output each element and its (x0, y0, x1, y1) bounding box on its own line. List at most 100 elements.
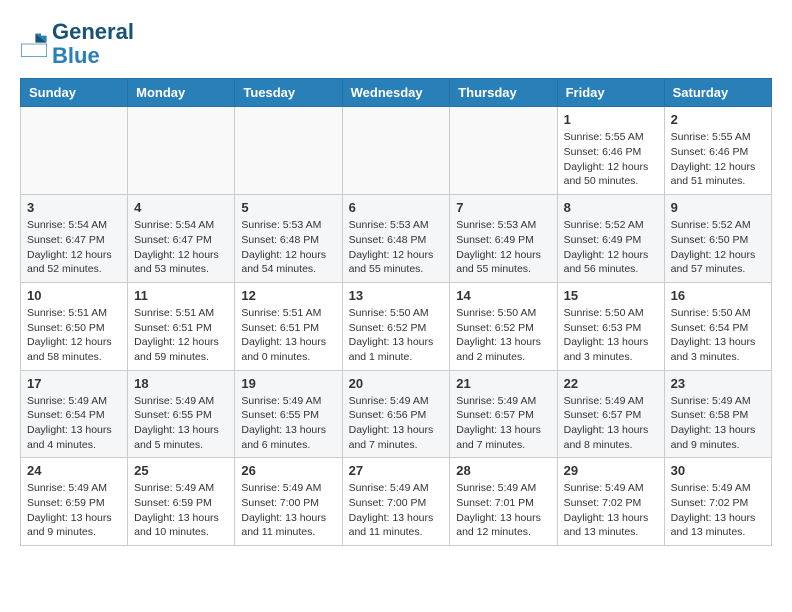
calendar-header-row: SundayMondayTuesdayWednesdayThursdayFrid… (21, 79, 772, 107)
day-number: 11 (134, 288, 228, 303)
calendar-week-row: 17 Sunrise: 5:49 AM Sunset: 6:54 PM Dayli… (21, 370, 772, 458)
day-number: 28 (456, 463, 550, 478)
calendar-cell: 24 Sunrise: 5:49 AM Sunset: 6:59 PM Dayli… (21, 458, 128, 546)
day-detail: Sunrise: 5:52 AM Sunset: 6:50 PM Dayligh… (671, 218, 765, 277)
day-detail: Sunrise: 5:49 AM Sunset: 6:55 PM Dayligh… (134, 394, 228, 453)
day-detail: Sunrise: 5:50 AM Sunset: 6:52 PM Dayligh… (456, 306, 550, 365)
day-detail: Sunrise: 5:51 AM Sunset: 6:51 PM Dayligh… (241, 306, 335, 365)
calendar-cell: 23 Sunrise: 5:49 AM Sunset: 6:58 PM Dayli… (664, 370, 771, 458)
day-detail: Sunrise: 5:51 AM Sunset: 6:51 PM Dayligh… (134, 306, 228, 365)
calendar-cell: 28 Sunrise: 5:49 AM Sunset: 7:01 PM Dayli… (450, 458, 557, 546)
calendar-cell: 15Sunrise: 5:50 AM Sunset: 6:53 PM Dayli… (557, 282, 664, 370)
calendar-cell (450, 107, 557, 195)
day-number: 15 (564, 288, 658, 303)
calendar-cell: 3 Sunrise: 5:54 AM Sunset: 6:47 PM Daylig… (21, 195, 128, 283)
calendar-week-row: 24 Sunrise: 5:49 AM Sunset: 6:59 PM Dayli… (21, 458, 772, 546)
calendar-cell: 26 Sunrise: 5:49 AM Sunset: 7:00 PM Dayli… (235, 458, 342, 546)
day-number: 6 (349, 200, 444, 215)
calendar-cell: 2 Sunrise: 5:55 AM Sunset: 6:46 PM Daylig… (664, 107, 771, 195)
day-number: 8 (564, 200, 658, 215)
calendar-table: SundayMondayTuesdayWednesdayThursdayFrid… (20, 78, 772, 546)
day-detail: Sunrise: 5:55 AM Sunset: 6:46 PM Dayligh… (564, 130, 658, 189)
day-number: 10 (27, 288, 121, 303)
calendar-cell (21, 107, 128, 195)
day-detail: Sunrise: 5:50 AM Sunset: 6:54 PM Dayligh… (671, 306, 765, 365)
calendar-cell: 10 Sunrise: 5:51 AM Sunset: 6:50 PM Dayli… (21, 282, 128, 370)
calendar-cell: 21 Sunrise: 5:49 AM Sunset: 6:57 PM Dayli… (450, 370, 557, 458)
day-number: 21 (456, 376, 550, 391)
calendar-cell: 1 Sunrise: 5:55 AM Sunset: 6:46 PM Daylig… (557, 107, 664, 195)
calendar-cell: 16 Sunrise: 5:50 AM Sunset: 6:54 PM Dayli… (664, 282, 771, 370)
weekday-header: Monday (128, 79, 235, 107)
calendar-week-row: 10 Sunrise: 5:51 AM Sunset: 6:50 PM Dayli… (21, 282, 772, 370)
day-number: 17 (27, 376, 121, 391)
calendar-cell (235, 107, 342, 195)
calendar-week-row: 3 Sunrise: 5:54 AM Sunset: 6:47 PM Daylig… (21, 195, 772, 283)
day-detail: Sunrise: 5:49 AM Sunset: 6:57 PM Dayligh… (456, 394, 550, 453)
calendar-cell: 9Sunrise: 5:52 AM Sunset: 6:50 PM Daylig… (664, 195, 771, 283)
calendar-cell: 12 Sunrise: 5:51 AM Sunset: 6:51 PM Dayli… (235, 282, 342, 370)
day-detail: Sunrise: 5:53 AM Sunset: 6:49 PM Dayligh… (456, 218, 550, 277)
day-number: 22 (564, 376, 658, 391)
day-number: 14 (456, 288, 550, 303)
day-number: 27 (349, 463, 444, 478)
weekday-header: Tuesday (235, 79, 342, 107)
day-number: 20 (349, 376, 444, 391)
day-number: 3 (27, 200, 121, 215)
calendar-cell: 19 Sunrise: 5:49 AM Sunset: 6:55 PM Dayli… (235, 370, 342, 458)
calendar-cell (342, 107, 450, 195)
calendar-cell: 25Sunrise: 5:49 AM Sunset: 6:59 PM Dayli… (128, 458, 235, 546)
weekday-header: Saturday (664, 79, 771, 107)
calendar-cell: 30 Sunrise: 5:49 AM Sunset: 7:02 PM Dayli… (664, 458, 771, 546)
logo-icon (20, 30, 48, 58)
day-number: 2 (671, 112, 765, 127)
logo-text: GeneralBlue (52, 20, 134, 68)
day-detail: Sunrise: 5:52 AM Sunset: 6:49 PM Dayligh… (564, 218, 658, 277)
calendar-cell: 5Sunrise: 5:53 AM Sunset: 6:48 PM Daylig… (235, 195, 342, 283)
day-detail: Sunrise: 5:49 AM Sunset: 7:01 PM Dayligh… (456, 481, 550, 540)
day-number: 12 (241, 288, 335, 303)
day-detail: Sunrise: 5:49 AM Sunset: 6:59 PM Dayligh… (134, 481, 228, 540)
calendar-cell: 22Sunrise: 5:49 AM Sunset: 6:57 PM Dayli… (557, 370, 664, 458)
day-number: 16 (671, 288, 765, 303)
logo: GeneralBlue (20, 20, 134, 68)
day-detail: Sunrise: 5:54 AM Sunset: 6:47 PM Dayligh… (27, 218, 121, 277)
day-detail: Sunrise: 5:49 AM Sunset: 7:00 PM Dayligh… (349, 481, 444, 540)
day-detail: Sunrise: 5:49 AM Sunset: 7:02 PM Dayligh… (564, 481, 658, 540)
day-number: 18 (134, 376, 228, 391)
day-number: 26 (241, 463, 335, 478)
day-number: 29 (564, 463, 658, 478)
day-detail: Sunrise: 5:49 AM Sunset: 7:00 PM Dayligh… (241, 481, 335, 540)
weekday-header: Wednesday (342, 79, 450, 107)
day-detail: Sunrise: 5:49 AM Sunset: 6:56 PM Dayligh… (349, 394, 444, 453)
day-number: 7 (456, 200, 550, 215)
day-number: 24 (27, 463, 121, 478)
day-number: 4 (134, 200, 228, 215)
calendar-cell: 18 Sunrise: 5:49 AM Sunset: 6:55 PM Dayli… (128, 370, 235, 458)
calendar-cell: 4Sunrise: 5:54 AM Sunset: 6:47 PM Daylig… (128, 195, 235, 283)
day-detail: Sunrise: 5:53 AM Sunset: 6:48 PM Dayligh… (349, 218, 444, 277)
calendar-cell: 8 Sunrise: 5:52 AM Sunset: 6:49 PM Daylig… (557, 195, 664, 283)
weekday-header: Sunday (21, 79, 128, 107)
day-detail: Sunrise: 5:49 AM Sunset: 6:59 PM Dayligh… (27, 481, 121, 540)
day-number: 1 (564, 112, 658, 127)
calendar-cell: 11 Sunrise: 5:51 AM Sunset: 6:51 PM Dayli… (128, 282, 235, 370)
calendar-cell: 7 Sunrise: 5:53 AM Sunset: 6:49 PM Daylig… (450, 195, 557, 283)
day-number: 19 (241, 376, 335, 391)
day-number: 13 (349, 288, 444, 303)
day-detail: Sunrise: 5:49 AM Sunset: 7:02 PM Dayligh… (671, 481, 765, 540)
day-detail: Sunrise: 5:49 AM Sunset: 6:58 PM Dayligh… (671, 394, 765, 453)
weekday-header: Friday (557, 79, 664, 107)
calendar-cell: 20 Sunrise: 5:49 AM Sunset: 6:56 PM Dayli… (342, 370, 450, 458)
day-detail: Sunrise: 5:49 AM Sunset: 6:54 PM Dayligh… (27, 394, 121, 453)
calendar-cell: 17 Sunrise: 5:49 AM Sunset: 6:54 PM Dayli… (21, 370, 128, 458)
day-number: 5 (241, 200, 335, 215)
day-detail: Sunrise: 5:51 AM Sunset: 6:50 PM Dayligh… (27, 306, 121, 365)
day-detail: Sunrise: 5:55 AM Sunset: 6:46 PM Dayligh… (671, 130, 765, 189)
day-detail: Sunrise: 5:49 AM Sunset: 6:55 PM Dayligh… (241, 394, 335, 453)
calendar-cell: 29 Sunrise: 5:49 AM Sunset: 7:02 PM Dayli… (557, 458, 664, 546)
day-number: 30 (671, 463, 765, 478)
day-number: 23 (671, 376, 765, 391)
page-header: GeneralBlue (20, 20, 772, 68)
calendar-cell: 27 Sunrise: 5:49 AM Sunset: 7:00 PM Dayli… (342, 458, 450, 546)
